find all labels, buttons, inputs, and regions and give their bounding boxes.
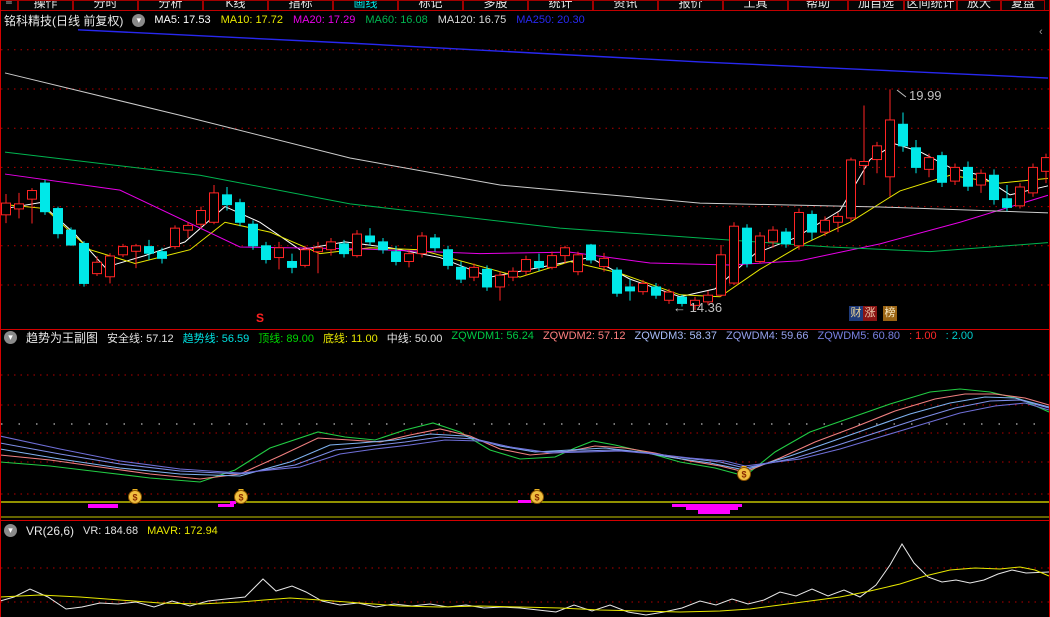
indicator-title: 趋势为王副图 bbox=[26, 331, 99, 345]
indicator-field-1: 趋势线: 56.59 bbox=[182, 332, 250, 345]
chevron-down-icon[interactable]: ▾ bbox=[4, 331, 17, 344]
dividend-marker: S bbox=[256, 311, 265, 325]
vr-header: ▾ VR(26,6) VR: 184.68 MAVR: 172.94 bbox=[0, 522, 1050, 539]
svg-text:← 14.36: ← 14.36 bbox=[673, 300, 722, 315]
svg-text:19.99: 19.99 bbox=[909, 88, 942, 103]
vr-values: VR: 184.68 MAVR: 172.94 bbox=[83, 525, 218, 537]
trading-app-window: { "app": {"background": "#000000", "edge… bbox=[0, 0, 1050, 617]
money-bag-icon: $ bbox=[128, 489, 142, 504]
indicator-field-5: ZQWDM1: 56.24 bbox=[451, 329, 534, 342]
vr-field-0: VR: 184.68 bbox=[83, 524, 139, 537]
vr-field-1: MAVR: 172.94 bbox=[147, 524, 218, 537]
indicator-header: ▾ 趋势为王副图 安全线: 57.12 趋势线: 56.59 顶线: 89.00 底线… bbox=[0, 330, 1050, 345]
indicator-values: 安全线: 57.12 趋势线: 56.59 顶线: 89.00 底线: 11.00 中线… bbox=[107, 330, 973, 346]
indicator-field-10: : 1.00 bbox=[909, 329, 937, 342]
svg-text:$: $ bbox=[238, 493, 243, 503]
indicator-field-2: 顶线: 89.00 bbox=[258, 332, 314, 345]
indicator-field-3: 底线: 11.00 bbox=[322, 332, 378, 345]
vr-title: VR(26,6) bbox=[26, 523, 75, 538]
indicator-field-7: ZQWDM3: 58.37 bbox=[634, 329, 717, 342]
svg-text:$: $ bbox=[741, 470, 746, 480]
money-bag-icon: $ bbox=[737, 466, 751, 481]
badge-2[interactable]: 榜 bbox=[883, 306, 897, 321]
collapse-arrow-icon[interactable]: ‹ bbox=[1039, 26, 1043, 38]
money-bag-icon: $ bbox=[234, 489, 248, 504]
badge-1[interactable]: 涨 bbox=[863, 306, 877, 321]
badge-0[interactable]: 财 bbox=[849, 306, 863, 321]
svg-text:$: $ bbox=[534, 493, 539, 503]
chevron-down-icon[interactable]: ▾ bbox=[4, 524, 17, 537]
indicator-field-9: ZQWDM5: 60.80 bbox=[817, 329, 901, 342]
indicator-field-8: ZQWDM4: 59.66 bbox=[726, 329, 809, 342]
indicator-field-4: 中线: 50.00 bbox=[386, 332, 443, 345]
indicator-field-6: ZQWDM2: 57.12 bbox=[542, 329, 626, 342]
indicator-field-0: 安全线: 57.12 bbox=[107, 332, 174, 345]
indicator-field-11: : 2.00 bbox=[945, 329, 974, 342]
money-bag-icon: $ bbox=[530, 489, 544, 504]
svg-text:$: $ bbox=[132, 493, 137, 503]
